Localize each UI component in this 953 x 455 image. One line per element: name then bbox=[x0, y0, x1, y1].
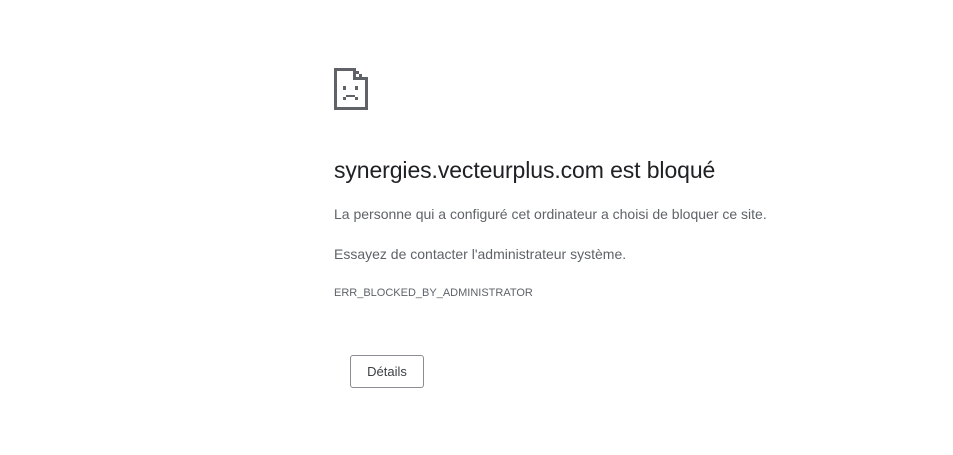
error-content: synergies.vecteurplus.com est bloqué La … bbox=[334, 68, 934, 299]
error-message-secondary: Essayez de contacter l'administrateur sy… bbox=[334, 246, 627, 262]
error-message-primary: La personne qui a configuré cet ordinate… bbox=[334, 206, 767, 222]
error-code: ERR_BLOCKED_BY_ADMINISTRATOR bbox=[334, 287, 533, 299]
sad-document-icon bbox=[334, 68, 368, 110]
details-button[interactable]: Détails bbox=[350, 355, 424, 388]
error-title: synergies.vecteurplus.com est bloqué bbox=[334, 157, 716, 183]
